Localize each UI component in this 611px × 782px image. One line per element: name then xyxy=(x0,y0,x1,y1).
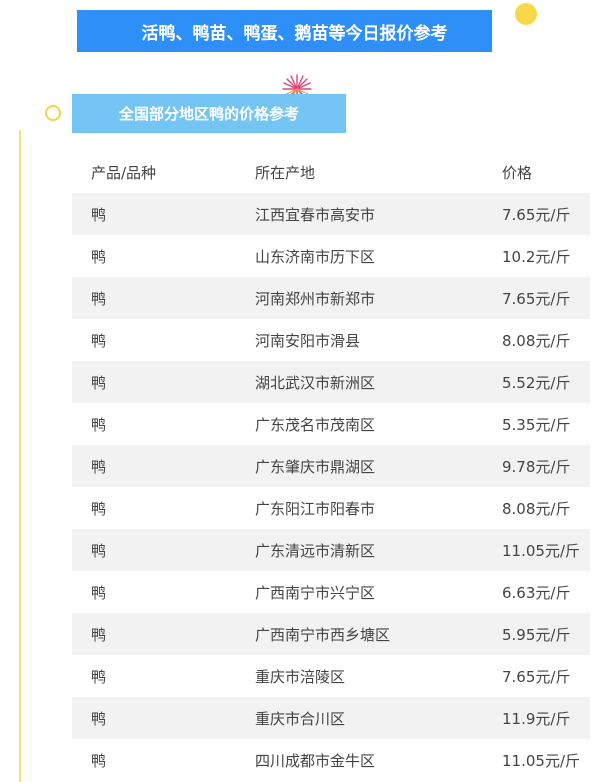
table-row: 鸭 重庆市涪陵区 7.65元/斤 xyxy=(72,655,590,697)
cell-price: 11.05元/斤 xyxy=(502,751,580,770)
cell-origin: 广东清远市清新区 xyxy=(255,541,376,560)
cell-product: 鸭 xyxy=(91,751,107,770)
table-row: 鸭 江西宜春市高安市 7.65元/斤 xyxy=(72,193,590,235)
cell-product: 鸭 xyxy=(91,709,107,728)
cell-origin: 广西南宁市西乡塘区 xyxy=(255,625,391,644)
cell-product: 鸭 xyxy=(91,415,107,434)
cell-product: 鸭 xyxy=(91,499,107,518)
table-row: 鸭 广东阳江市阳春市 8.08元/斤 xyxy=(72,487,590,529)
cell-origin: 广东茂名市茂南区 xyxy=(255,415,376,434)
cell-origin: 广东阳江市阳春市 xyxy=(255,499,376,518)
page-title-banner: 活鸭、鸭苗、鸭蛋、鹅苗等今日报价参考 xyxy=(77,10,492,52)
price-table: 产品/品种 所在产地 价格 鸭江西宜春市高安市 7.65元/斤鸭山东济南市历下区 1… xyxy=(72,151,590,781)
table-row: 鸭 四川成都市金牛区 11.05元/斤 xyxy=(72,739,590,781)
ring-icon xyxy=(45,105,61,121)
cell-origin: 河南安阳市滑县 xyxy=(255,331,361,350)
cell-product: 鸭 xyxy=(91,247,107,266)
section-title-banner: 全国部分地区鸭的价格参考 xyxy=(72,94,346,133)
cell-price: 5.95元/斤 xyxy=(502,625,571,644)
cell-product: 鸭 xyxy=(91,583,107,602)
cell-product: 鸭 xyxy=(91,457,107,476)
cell-origin: 河南郑州市新郑市 xyxy=(255,289,376,308)
table-row: 鸭 重庆市合川区 11.9元/斤 xyxy=(72,697,590,739)
table-row: 鸭 河南安阳市滑县 8.08元/斤 xyxy=(72,319,590,361)
table-row: 鸭 广东茂名市茂南区 5.35元/斤 xyxy=(72,403,590,445)
section-title: 全国部分地区鸭的价格参考 xyxy=(118,105,299,123)
cell-price: 10.2元/斤 xyxy=(502,247,571,266)
table-row: 鸭 广东肇庆市鼎湖区 9.78元/斤 xyxy=(72,445,590,487)
cell-price: 9.78元/斤 xyxy=(502,457,571,476)
table-row: 鸭 湖北武汉市新洲区 5.52元/斤 xyxy=(72,361,590,403)
cell-price: 5.52元/斤 xyxy=(502,373,571,392)
cell-origin: 江西宜春市高安市 xyxy=(255,205,376,224)
yellow-dot-icon xyxy=(515,3,537,25)
cell-product: 鸭 xyxy=(91,667,107,686)
table-row: 鸭 广西南宁市西乡塘区 5.95元/斤 xyxy=(72,613,590,655)
table-row: 鸭 广西南宁市兴宁区 6.63元/斤 xyxy=(72,571,590,613)
cell-price: 7.65元/斤 xyxy=(502,667,571,686)
table-body: 鸭江西宜春市高安市 7.65元/斤鸭山东济南市历下区 10.2元/斤鸭河南郑州市新郑… xyxy=(72,193,590,781)
cell-price: 7.65元/斤 xyxy=(502,205,571,224)
cell-price: 11.05元/斤 xyxy=(502,541,580,560)
cell-origin: 湖北武汉市新洲区 xyxy=(255,373,376,392)
cell-price: 8.08元/斤 xyxy=(502,331,571,350)
cell-product: 鸭 xyxy=(91,373,107,392)
column-header-origin: 所在产地 xyxy=(255,163,316,182)
table-header: 产品/品种 所在产地 价格 xyxy=(72,151,590,193)
cell-product: 鸭 xyxy=(91,205,107,224)
cell-origin: 山东济南市历下区 xyxy=(255,247,376,266)
cell-product: 鸭 xyxy=(91,625,107,644)
page-title: 活鸭、鸭苗、鸭蛋、鹅苗等今日报价参考 xyxy=(141,23,448,44)
cell-origin: 广东肇庆市鼎湖区 xyxy=(255,457,376,476)
cell-price: 8.08元/斤 xyxy=(502,499,571,518)
cell-price: 7.65元/斤 xyxy=(502,289,571,308)
cell-product: 鸭 xyxy=(91,331,107,350)
cell-origin: 四川成都市金牛区 xyxy=(255,751,376,770)
cell-product: 鸭 xyxy=(91,541,107,560)
cell-product: 鸭 xyxy=(91,289,107,308)
cell-price: 5.35元/斤 xyxy=(502,415,571,434)
cell-price: 6.63元/斤 xyxy=(502,583,571,602)
cell-origin: 广西南宁市兴宁区 xyxy=(255,583,376,602)
table-row: 鸭 山东济南市历下区 10.2元/斤 xyxy=(72,235,590,277)
table-row: 鸭 广东清远市清新区 11.05元/斤 xyxy=(72,529,590,571)
table-row: 鸭 河南郑州市新郑市 7.65元/斤 xyxy=(72,277,590,319)
cell-price: 11.9元/斤 xyxy=(502,709,571,728)
column-header-product: 产品/品种 xyxy=(91,163,157,182)
cell-origin: 重庆市合川区 xyxy=(255,709,346,728)
cell-origin: 重庆市涪陵区 xyxy=(255,667,346,686)
column-header-price: 价格 xyxy=(502,163,533,182)
decorative-vertical-line xyxy=(19,130,21,782)
